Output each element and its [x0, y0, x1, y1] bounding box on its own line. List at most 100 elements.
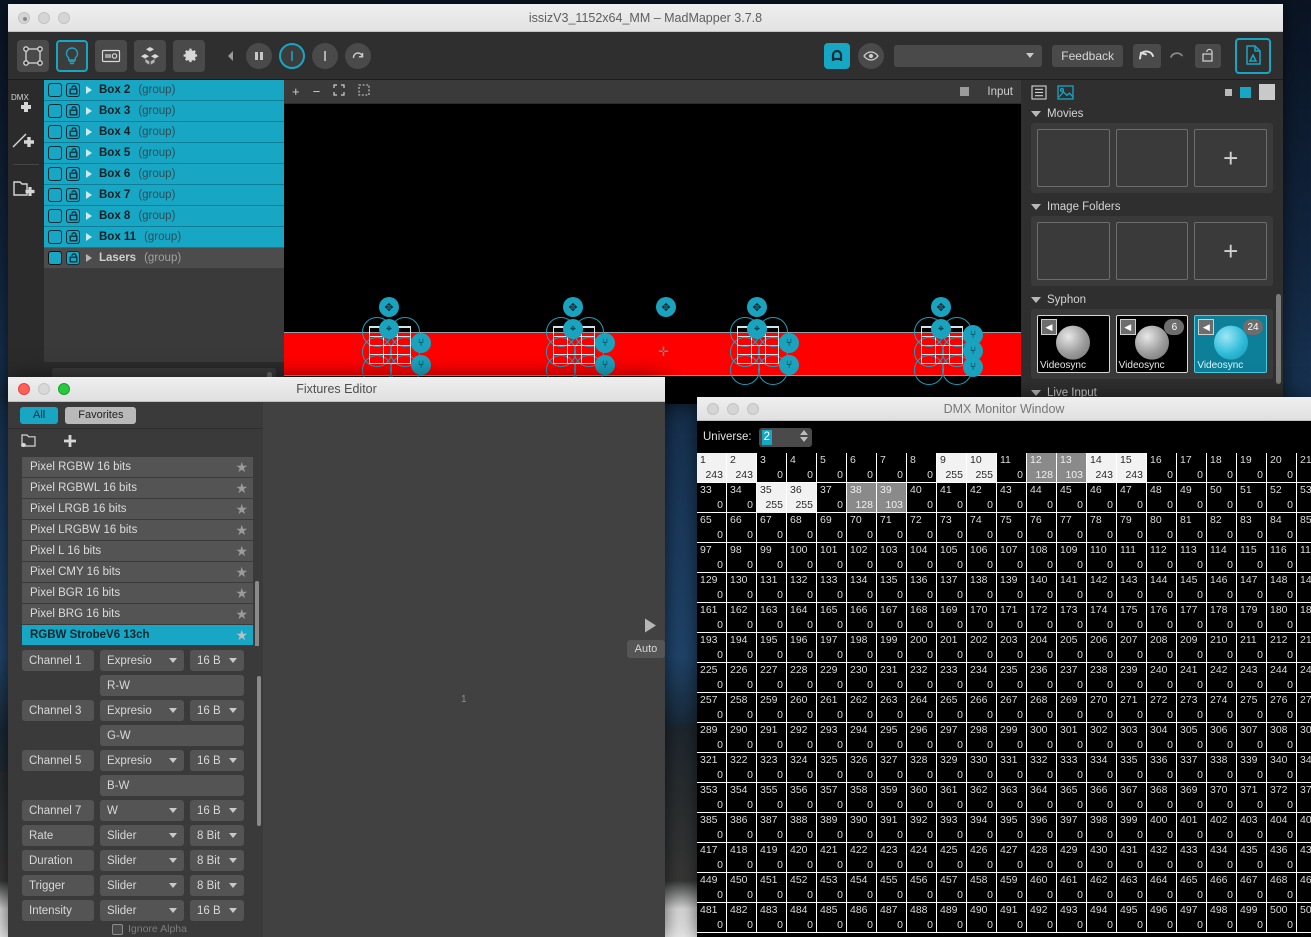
lock-icon[interactable] [66, 83, 80, 97]
lock-icon[interactable] [66, 167, 80, 181]
auto-button[interactable]: Auto [627, 640, 665, 658]
group-visibility-checkbox[interactable] [48, 230, 62, 244]
dmx-channel-cell[interactable]: 1810 [1297, 603, 1311, 632]
bar-button[interactable] [312, 42, 338, 69]
dmx-channel-cell[interactable]: 37 0 [817, 483, 847, 512]
dmx-channel-cell[interactable]: 397 0 [1057, 813, 1087, 842]
dmx-channel-cell[interactable]: 362 0 [967, 783, 997, 812]
dmx-channel-cell[interactable]: 13 103 [1057, 453, 1087, 482]
syphon-source-cell[interactable]: ◀ 6 Videosync [1115, 315, 1189, 373]
dmx-channel-cell[interactable]: 257 0 [697, 693, 727, 722]
dmx-channel-cell[interactable]: 420 0 [787, 843, 817, 872]
preview-eye-icon[interactable] [858, 42, 885, 69]
new-folder-icon[interactable] [20, 432, 40, 454]
dmx-channel-cell[interactable]: 232 0 [907, 663, 937, 692]
dmx-channel-cell[interactable]: 225 0 [697, 663, 727, 692]
dmx-channel-cell[interactable]: 359 0 [877, 783, 907, 812]
dmx-channel-cell[interactable]: 142 0 [1087, 573, 1117, 602]
dmx-channel-cell[interactable]: 40 0 [907, 483, 937, 512]
dmx-channel-cell[interactable]: 357 0 [817, 783, 847, 812]
expression-field[interactable]: G-W [100, 725, 244, 746]
dmx-channel-cell[interactable]: 385 0 [697, 813, 727, 842]
dmx-channel-cell[interactable]: 98 0 [727, 543, 757, 572]
channel-name-field[interactable]: Channel 5 [22, 750, 94, 771]
dmx-channel-cell[interactable]: 324 0 [787, 753, 817, 782]
dmx-channel-cell[interactable]: 145 0 [1177, 573, 1207, 602]
dmx-channel-cell[interactable]: 400 0 [1147, 813, 1177, 842]
dmx-channel-cell[interactable]: 436 0 [1267, 843, 1297, 872]
dmx-channel-cell[interactable]: 44 0 [1027, 483, 1057, 512]
dmx-channel-cell[interactable]: 449 0 [697, 873, 727, 902]
dmx-channel-cell[interactable]: 238 0 [1087, 663, 1117, 692]
dmx-channel-cell[interactable]: 399 0 [1117, 813, 1147, 842]
favorite-star-icon[interactable]: ★ [235, 585, 248, 602]
dmx-channel-cell[interactable]: 392 0 [907, 813, 937, 842]
dmx-channel-cell[interactable]: 419 0 [757, 843, 787, 872]
fixture-anchor-handle-icon[interactable]: ⌖ [563, 319, 583, 339]
dmx-channel-cell[interactable]: 41 0 [937, 483, 967, 512]
play-button[interactable] [638, 610, 662, 640]
dmx-channel-cell[interactable]: 113 0 [1177, 543, 1207, 572]
dmx-channel-cell[interactable]: 455 0 [877, 873, 907, 902]
dmx-channel-cell[interactable]: 82 0 [1207, 513, 1237, 542]
dmx-channel-cell[interactable]: 193 0 [697, 633, 727, 662]
fixture-move-handle-icon[interactable]: ✥ [656, 297, 676, 317]
list-view-icon[interactable] [1029, 84, 1048, 101]
dmx-channel-cell[interactable]: 137 0 [937, 573, 967, 602]
dmx-channel-cell[interactable]: 434 0 [1207, 843, 1237, 872]
dmx-channel-cell[interactable]: 273 0 [1177, 693, 1207, 722]
dmx-channel-cell[interactable]: 9 255 [937, 453, 967, 482]
dmx-channel-cell[interactable]: 262 0 [847, 693, 877, 722]
lock-icon[interactable] [66, 146, 80, 160]
dmx-channel-cell[interactable]: 2770 [1297, 693, 1311, 722]
group-visibility-checkbox[interactable] [48, 251, 62, 265]
media-section-header[interactable]: Syphon [1021, 290, 1283, 309]
thumbnail-size-large[interactable] [1259, 84, 1275, 100]
dmx-channel-cell[interactable]: 20 0 [1267, 453, 1297, 482]
thumbnail-size-medium[interactable] [1240, 86, 1251, 98]
channel-type-dropdown[interactable]: Expresio [100, 750, 184, 771]
dmx-channel-cell[interactable]: 104 0 [907, 543, 937, 572]
dmx-channel-cell[interactable]: 180 0 [1267, 603, 1297, 632]
syphon-source-cell[interactable]: ◀ Videosync [1037, 315, 1110, 373]
dmx-channel-cell[interactable]: 161 0 [697, 603, 727, 632]
dmx-channel-cell[interactable]: 484 0 [787, 903, 817, 932]
dmx-channel-cell[interactable]: 264 0 [907, 693, 937, 722]
dmx-channel-cell[interactable]: 401 0 [1177, 813, 1207, 842]
dmx-channel-cell[interactable]: 143 0 [1117, 573, 1147, 602]
media-section-header[interactable]: Image Folders [1021, 197, 1283, 216]
dmx-channel-cell[interactable]: 76 0 [1027, 513, 1057, 542]
canvas-area[interactable]: ✛ ✥ ⌖ ⑂ ⑂ ✥ ⌖ ⑂ ⑂ ✥ ✥ ⌖ ⑂ ⑂ ✥ ⌖ ⑂ ⑂ ⑂ [284, 104, 1021, 404]
universe-value[interactable]: 2 [761, 429, 772, 445]
dmx-channel-cell[interactable]: 328 0 [907, 753, 937, 782]
dmx-channel-cell[interactable]: 292 0 [787, 723, 817, 752]
empty-media-slot[interactable] [1115, 129, 1189, 187]
thumbnail-size-small[interactable] [1225, 88, 1232, 96]
dmx-channel-cell[interactable]: 355 0 [757, 783, 787, 812]
dmx-channel-cell[interactable]: 258 0 [727, 693, 757, 722]
dmx-channel-cell[interactable]: 205 0 [1057, 633, 1087, 662]
dmx-channel-cell[interactable]: 322 0 [727, 753, 757, 782]
favorite-star-icon[interactable]: ★ [235, 606, 248, 623]
dmx-channel-cell[interactable]: 72 0 [907, 513, 937, 542]
dmx-channel-cell[interactable]: 386 0 [727, 813, 757, 842]
dmx-channel-cell[interactable]: 80 [907, 453, 937, 482]
dmx-channel-cell[interactable]: 210 0 [1207, 633, 1237, 662]
group-visibility-checkbox[interactable] [48, 83, 62, 97]
dmx-channel-cell[interactable]: 259 0 [757, 693, 787, 722]
dmx-channel-cell[interactable]: 333 0 [1057, 753, 1087, 782]
channel-type-dropdown[interactable]: Slider [100, 850, 184, 871]
dmx-channel-cell[interactable]: 482 0 [727, 903, 757, 932]
fixtures-editor-titlebar[interactable]: Fixtures Editor [8, 377, 665, 402]
fixture-cluster[interactable]: ✥ ⌖ ⑂ ⑂ [546, 293, 626, 389]
channel-bits-dropdown[interactable]: 16 B [190, 900, 244, 921]
dmx-channel-cell[interactable]: 530 [1297, 483, 1311, 512]
dmx-channel-cell[interactable]: 300 0 [1027, 723, 1057, 752]
fixture-cluster[interactable]: ✥ ⌖ ⑂ ⑂ [730, 293, 810, 389]
feedback-button[interactable]: Feedback [1052, 44, 1123, 67]
fixture-anchor-handle-icon[interactable]: ⌖ [379, 319, 399, 339]
settings-gear-icon[interactable] [173, 39, 205, 72]
dmx-channel-cell[interactable]: 4370 [1297, 843, 1311, 872]
dmx-channel-cell[interactable]: 421 0 [817, 843, 847, 872]
dmx-channel-cell[interactable]: 141 0 [1057, 573, 1087, 602]
